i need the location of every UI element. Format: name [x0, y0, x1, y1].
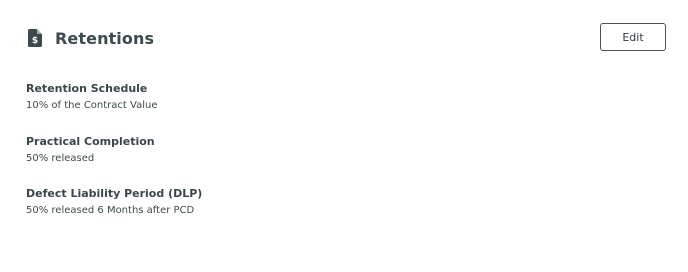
field-label: Defect Liability Period (DLP)	[26, 187, 203, 200]
document-dollar-icon: $	[28, 29, 42, 47]
field-label: Practical Completion	[26, 135, 155, 148]
edit-button[interactable]: Edit	[600, 23, 666, 51]
section-header: $ Retentions	[28, 26, 154, 50]
retentions-card: $ Retentions Edit Retention Schedule 10%…	[0, 0, 688, 272]
field-practical-completion: Practical Completion 50% released	[26, 135, 155, 166]
field-value: 50% released 6 Months after PCD	[26, 205, 195, 216]
field-value: 10% of the Contract Value	[26, 100, 158, 111]
field-defect-liability-period: Defect Liability Period (DLP) 50% releas…	[26, 187, 202, 218]
field-retention-schedule: Retention Schedule 10% of the Contract V…	[26, 82, 157, 113]
svg-text:$: $	[32, 36, 38, 46]
section-title: Retentions	[55, 28, 155, 48]
field-value: 50% released	[26, 153, 95, 164]
field-label: Retention Schedule	[26, 82, 148, 95]
